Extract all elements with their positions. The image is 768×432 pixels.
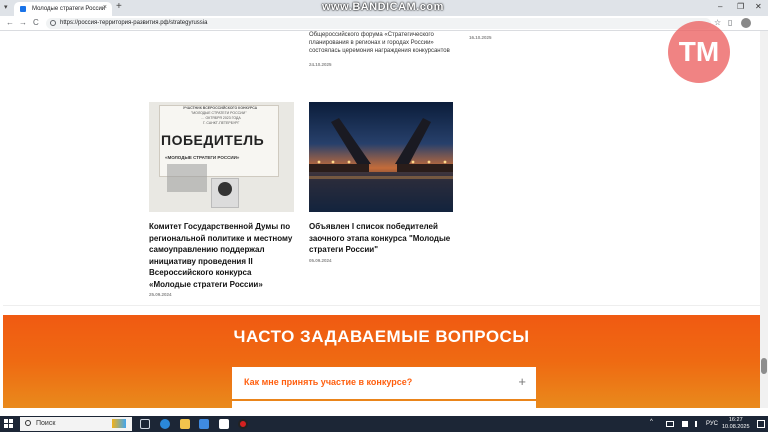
- reload-button[interactable]: C: [33, 18, 39, 27]
- forward-button[interactable]: →: [19, 18, 27, 27]
- clock-time: 16:27: [728, 417, 743, 423]
- tray-chevron-icon[interactable]: ^: [650, 419, 653, 425]
- tab-molodye-strategi[interactable]: Молодые стратеги России ×: [14, 2, 112, 16]
- back-button[interactable]: ←: [6, 18, 14, 27]
- plus-icon[interactable]: +: [518, 374, 526, 389]
- tab-close-icon[interactable]: ×: [103, 4, 107, 11]
- window-minimize-button[interactable]: –: [718, 2, 722, 11]
- site-info-icon[interactable]: [50, 20, 56, 26]
- diploma-caption: Г. САНКТ-ПЕТЕРБУРГ: [203, 121, 240, 125]
- news-title-line: региональной политике и местному: [149, 233, 293, 243]
- edge-icon[interactable]: [160, 419, 170, 429]
- search-highlight-icon: [112, 419, 126, 428]
- window-close-button[interactable]: ✕: [755, 2, 762, 11]
- mail-icon[interactable]: [199, 419, 209, 429]
- bandicam-taskbar-icon[interactable]: [238, 419, 248, 429]
- windows-logo-icon: [9, 419, 13, 423]
- news-image-winner-diploma[interactable]: УЧАСТНИК ВСЕРОССИЙСКОГО КОНКУРСА "МОЛОДЫ…: [149, 102, 294, 212]
- window-maximize-button[interactable]: ❐: [737, 2, 744, 11]
- search-icon: [25, 420, 31, 426]
- clock-date: 10.08.2025: [722, 424, 750, 430]
- taskbar-search-placeholder: Поиск: [36, 420, 56, 427]
- news-title-line: стратеги России": [309, 245, 378, 254]
- profile-avatar[interactable]: [741, 18, 751, 28]
- scrollbar-thumb[interactable]: [761, 358, 767, 374]
- news-title-line: Всероссийского конкурса: [149, 268, 252, 277]
- file-explorer-icon[interactable]: [180, 419, 190, 429]
- diploma-caption: … ОКТЯБРЯ 2023 ГОДА: [201, 116, 241, 120]
- windows-logo-icon: [4, 419, 8, 423]
- news-title-line: инициативу проведения II: [149, 256, 253, 266]
- network-icon[interactable]: [666, 421, 674, 427]
- news-snippet-line: Общероссийского форума «Стратегического: [309, 32, 434, 38]
- news-title-line: «Молодые стратеги России»: [149, 279, 263, 289]
- award-emblem-icon: [218, 182, 232, 196]
- drawbridge-illustration: [309, 118, 453, 212]
- news-date: 24.10.2025: [309, 62, 332, 67]
- diploma-building-illustration: [167, 164, 207, 192]
- news-date: 05.09.2024: [309, 258, 332, 263]
- battery-icon[interactable]: [682, 421, 688, 427]
- faq-item[interactable]: Как мне принять участие в конкурсе? +: [232, 367, 536, 399]
- windows-logo-icon: [4, 424, 8, 428]
- faq-question: Как мне принять участие в конкурсе?: [244, 377, 413, 387]
- volume-icon[interactable]: [695, 421, 701, 427]
- language-indicator[interactable]: РУС: [706, 421, 718, 427]
- tab-title: Молодые стратеги России: [32, 6, 106, 12]
- faq-item-next[interactable]: [232, 401, 536, 408]
- news-snippet-line: планирования в регионах и городах России…: [309, 40, 434, 46]
- news-card-previous-left[interactable]: Общероссийского форума «Стратегического …: [309, 31, 459, 55]
- diploma-caption: УЧАСТНИК ВСЕРОССИЙСКОГО КОНКУРСА: [183, 106, 258, 110]
- diploma-contest-text: «МОЛОДЫЕ СТРАТЕГИ РОССИИ»: [165, 155, 240, 160]
- new-tab-button[interactable]: +: [116, 1, 122, 12]
- faq-section: ЧАСТО ЗАДАВАЕМЫЕ ВОПРОСЫ Как мне принять…: [3, 315, 760, 408]
- section-divider: [3, 305, 760, 306]
- tm-watermark-logo: TM: [668, 21, 730, 83]
- side-panel-icon[interactable]: ▯: [728, 18, 732, 27]
- news-title-1[interactable]: Комитет Государственной Думы по регионал…: [149, 221, 299, 290]
- address-url: https://россия-территория-развития.рф/st…: [60, 20, 208, 26]
- notifications-icon[interactable]: [757, 420, 765, 428]
- tab-search-icon[interactable]: ▾: [4, 3, 8, 11]
- task-view-icon[interactable]: [140, 419, 150, 429]
- diploma-caption: "МОЛОДЫЕ СТРАТЕГИ РОССИИ": [191, 111, 247, 115]
- store-icon[interactable]: [219, 419, 229, 429]
- news-image-drawbridge-night[interactable]: [309, 102, 453, 212]
- news-snippet-line: состоялась церемония награждения конкурс…: [309, 48, 450, 54]
- news-title-line: Комитет Государственной Думы по: [149, 222, 291, 231]
- windows-taskbar: Поиск ^ РУС 16:27 10.08.2025: [0, 416, 768, 432]
- news-title-line: Объявлен I список победителей: [309, 222, 438, 231]
- diploma-winner-text: ПОБЕДИТЕЛЬ: [161, 132, 265, 148]
- tab-favicon-icon: [20, 6, 26, 12]
- address-bar[interactable]: https://россия-территория-развития.рф/st…: [46, 18, 711, 29]
- news-title-line: заочного этапа конкурса "Молодые: [309, 233, 451, 243]
- bandicam-watermark: www.BANDICAM.com: [322, 1, 444, 13]
- taskbar-clock[interactable]: 16:27 10.08.2025: [722, 417, 750, 431]
- start-button[interactable]: [4, 419, 14, 429]
- faq-heading: ЧАСТО ЗАДАВАЕМЫЕ ВОПРОСЫ: [233, 327, 530, 346]
- news-title-line: самоуправлению поддержал: [149, 245, 265, 254]
- taskbar-search-box[interactable]: Поиск: [20, 417, 132, 431]
- browser-toolbar: ← → C https://россия-территория-развития…: [0, 16, 768, 31]
- news-title-2[interactable]: Объявлен I список победителей заочного э…: [309, 221, 469, 256]
- windows-logo-icon: [9, 424, 13, 428]
- news-date: 16.10.2025: [469, 35, 492, 40]
- page-scrollbar[interactable]: [760, 31, 768, 408]
- news-date: 25.09.2024: [149, 292, 172, 297]
